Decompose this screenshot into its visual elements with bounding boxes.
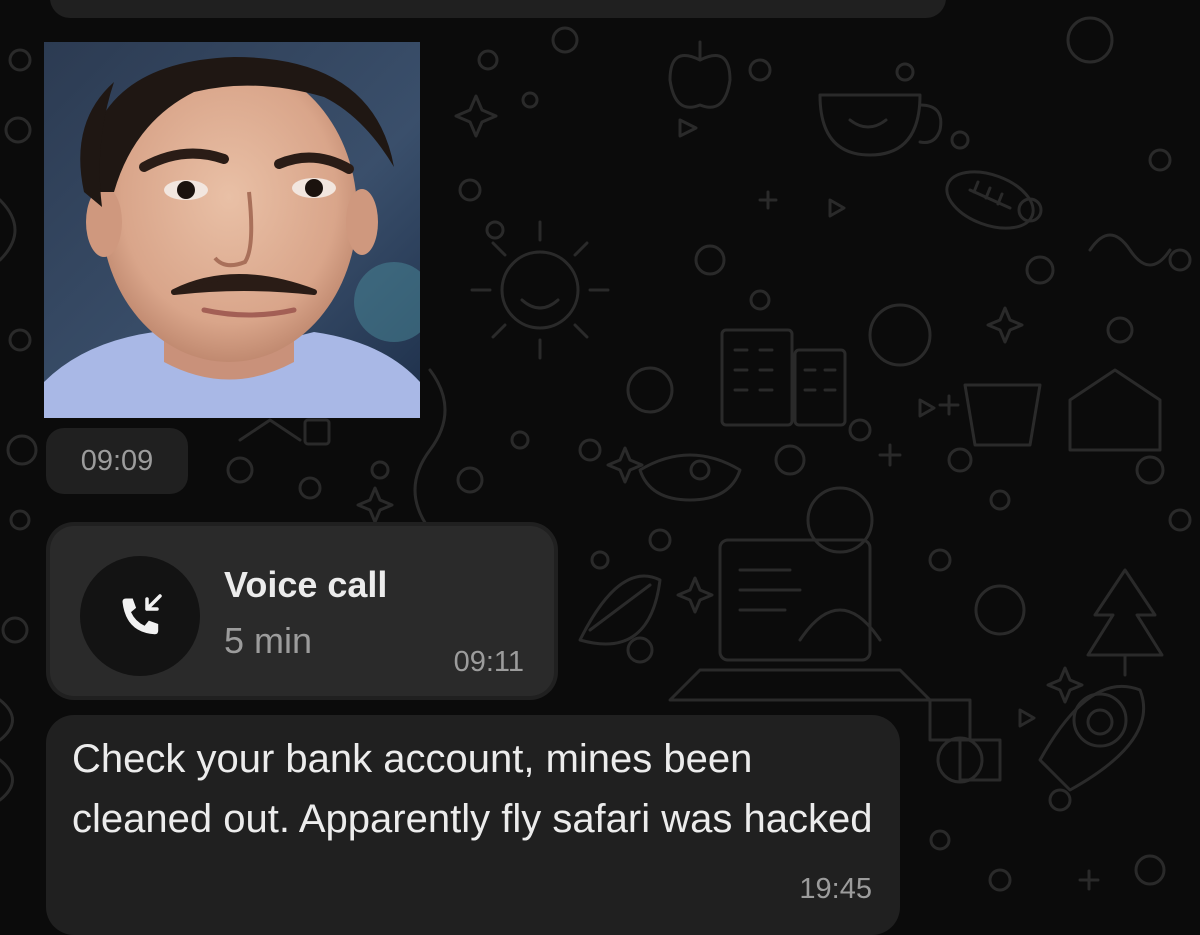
- photo-timestamp: 09:09: [46, 428, 188, 494]
- call-title: Voice call: [224, 564, 388, 605]
- photo-message[interactable]: [44, 42, 420, 418]
- text-message[interactable]: Check your bank account, mines been clea…: [46, 715, 900, 935]
- call-duration: 5 min: [224, 620, 313, 661]
- message-timestamp: 19:45: [799, 873, 872, 905]
- call-timestamp: 09:11: [453, 646, 524, 678]
- previous-message-bubble[interactable]: [50, 0, 946, 18]
- voice-call-card[interactable]: Voice call 5 min 09:11: [50, 526, 554, 696]
- portrait-photo: [44, 42, 420, 418]
- voice-call-message[interactable]: Voice call 5 min 09:11: [46, 522, 558, 700]
- phone-incoming-icon: [122, 594, 162, 635]
- message-body: Check your bank account, mines been clea…: [72, 737, 873, 841]
- incoming-call-icon: [80, 556, 200, 676]
